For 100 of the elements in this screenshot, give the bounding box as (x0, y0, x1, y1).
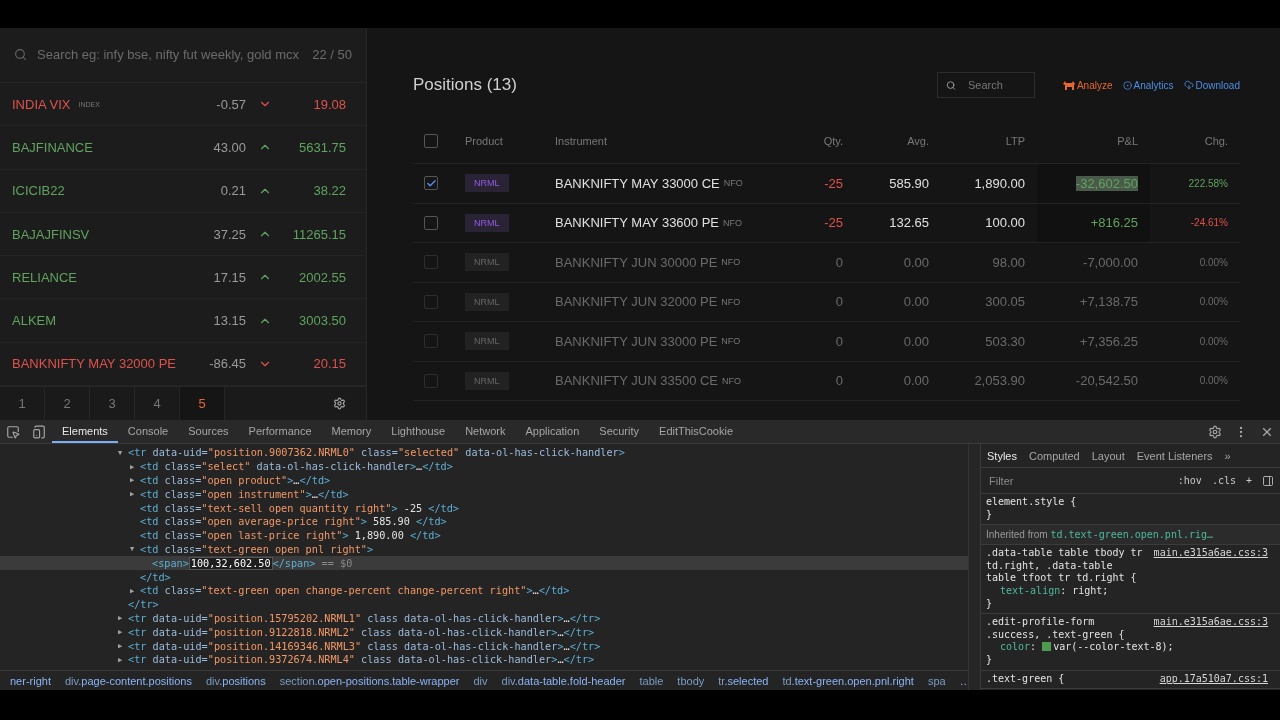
source-link[interactable]: main.e315a6ae.css:3 (1153, 547, 1268, 560)
check-icon (425, 177, 437, 189)
search-icon (14, 48, 27, 62)
table-cell: 585.90 (855, 164, 941, 204)
filter-option-button[interactable]: .cls (1211, 475, 1236, 486)
breadcrumb-item[interactable]: div (473, 674, 488, 687)
price-value: 5631.75 (298, 139, 346, 155)
price-value: 11265.15 (291, 226, 346, 242)
column-header[interactable]: Avg. (855, 118, 941, 164)
toolbar-link[interactable]: Analyze (1062, 79, 1113, 91)
column-header[interactable]: Product (465, 118, 555, 164)
breadcrumb-item[interactable]: tbody (677, 674, 705, 687)
breadcrumb-item[interactable]: tr.selected (718, 674, 769, 687)
color-swatch[interactable] (1042, 642, 1052, 652)
styles-pane-tab[interactable]: Computed (1022, 444, 1086, 467)
breadcrumb-item[interactable]: section.open-positions.table-wrapper (279, 674, 460, 687)
change-value: 13.15 (213, 313, 246, 329)
dom-node-line[interactable]: <td class="open last-price right"> 1,890.00 </td> (0, 528, 968, 543)
devtools-tab[interactable]: Security (589, 420, 650, 443)
breadcrumb-item[interactable]: div.data-table.fold-header (501, 674, 626, 687)
table-cell: -7,000.00 (1037, 243, 1150, 283)
breadcrumb-item[interactable]: ner-right (10, 674, 51, 687)
row-checkbox[interactable] (424, 334, 438, 349)
devtools-tab[interactable]: EditThisCookie (649, 420, 744, 443)
column-header[interactable]: Instrument (555, 118, 785, 164)
watchlist-row[interactable]: BAJAJFINSV 37.25 11265.15 (0, 212, 366, 257)
table-cell: 0 (785, 322, 855, 362)
select-all-checkbox[interactable] (424, 133, 438, 148)
watchlist-row[interactable]: RELIANCE 17.15 2002.55 (0, 256, 366, 300)
watchlist-row[interactable]: ICICIB22 0.21 38.22 (0, 169, 366, 213)
table-cell: 300.05 (941, 282, 1037, 322)
row-checkbox[interactable] (424, 176, 438, 191)
instrument-name: INDIA VIX (12, 96, 71, 112)
instrument-name: RELIANCE (12, 269, 78, 285)
devtools-tab[interactable]: Performance (238, 420, 322, 443)
instrument-name: ALKEM (12, 313, 57, 329)
table-cell: +7,138.75 (1037, 282, 1150, 322)
breadcrumb-item[interactable]: spa (927, 674, 946, 687)
filter-option-button[interactable]: + (1245, 475, 1252, 486)
table-cell: 0 (785, 282, 855, 322)
devtools-tab[interactable]: Network (455, 420, 516, 443)
inspect-icon[interactable] (6, 424, 20, 439)
positions-title: Positions (13) (413, 75, 517, 95)
dom-node-line[interactable]: <td class="open average-price right"> 585.90 </td> (0, 515, 968, 529)
column-header[interactable]: Qty. (785, 118, 855, 164)
row-checkbox[interactable] (424, 373, 438, 388)
source-link[interactable]: main.e315a6ae.css:3 (1153, 616, 1268, 629)
breadcrumb-item[interactable]: td.text-green.open.pnl.right (782, 674, 914, 687)
styles-pane-tab[interactable]: Layout (1085, 444, 1131, 467)
table-cell: 0.00 (855, 282, 941, 322)
search-field[interactable]: Search eg: infy bse, nifty fut weekly, gold mcx (35, 43, 305, 67)
device-toolbar-icon[interactable] (32, 424, 46, 439)
breadcrumb-item[interactable]: div.positions (205, 674, 266, 687)
circle-icon (1122, 80, 1132, 90)
column-header[interactable]: LTP (941, 118, 1037, 164)
column-header[interactable]: Chg. (1150, 118, 1240, 164)
css-declaration: color: var(--color-text-8); (999, 641, 1175, 654)
devtools-tab[interactable]: Sources (178, 420, 239, 443)
table-cell: 0.00% (1150, 361, 1240, 401)
dom-node-line[interactable]: </tr> (0, 597, 968, 612)
dom-node-line[interactable]: <td class="text-sell open quantity right"> -25 </td> (0, 501, 968, 515)
search-field[interactable]: Search (965, 78, 1026, 92)
toolbar-link[interactable]: Analytics (1122, 79, 1174, 91)
settings-icon[interactable] (1208, 424, 1222, 439)
exchange-label: NFO (721, 296, 741, 307)
row-checkbox[interactable] (424, 255, 438, 270)
devtools-tab[interactable]: Memory (321, 420, 382, 443)
instrument-cell: BANKNIFTY MAY 33000 CE NFO (555, 164, 785, 204)
table-cell: 0.00 (855, 243, 941, 283)
page-tab[interactable]: 5 (180, 387, 225, 420)
devtools-tab[interactable]: Application (515, 420, 590, 443)
table-cell: +816.25 (1037, 203, 1150, 243)
exchange-label: NFO (721, 257, 741, 268)
toolbar-link[interactable]: Download (1183, 79, 1240, 91)
sidebar-toggle-icon[interactable] (1262, 474, 1274, 487)
table-cell: 0.00 (855, 361, 941, 401)
change-value: -86.45 (209, 356, 246, 372)
breadcrumb-item[interactable]: table (639, 674, 664, 687)
devtools-tab[interactable]: Console (117, 420, 179, 443)
breadcrumb-item[interactable]: div.page-content.positions (64, 674, 192, 687)
styles-pane-tab[interactable]: Styles (981, 444, 1023, 467)
item-count: 22 / 50 (312, 47, 352, 63)
dom-node-line[interactable]: </td> (0, 570, 968, 584)
devtools-tab[interactable]: Elements (52, 420, 118, 443)
row-checkbox[interactable] (424, 215, 438, 230)
more-tabs-button[interactable]: » (1218, 444, 1237, 467)
watchlist-row[interactable]: BAJFINANCE 43.00 5631.75 (0, 126, 366, 170)
source-link[interactable]: app.17a510a7.css:1 (1159, 672, 1268, 686)
filter-field[interactable]: Filter (987, 473, 1168, 488)
instrument-cell: BANKNIFTY JUN 30000 PE NFO (555, 243, 785, 283)
devtools-tab[interactable]: Lighthouse (381, 420, 456, 443)
row-checkbox[interactable] (424, 294, 438, 309)
search-box[interactable]: Search (936, 72, 1035, 98)
filter-option-button[interactable]: :hov (1177, 475, 1202, 486)
instrument-name: BAJFINANCE (12, 139, 93, 155)
breadcrumb-more[interactable]: … (959, 674, 968, 687)
settings-icon[interactable] (333, 397, 346, 411)
styles-pane-tab[interactable]: Event Listeners (1130, 444, 1219, 467)
table-cell: 132.65 (855, 203, 941, 243)
watchlist-row[interactable]: ALKEM 13.15 3003.50 (0, 299, 366, 343)
